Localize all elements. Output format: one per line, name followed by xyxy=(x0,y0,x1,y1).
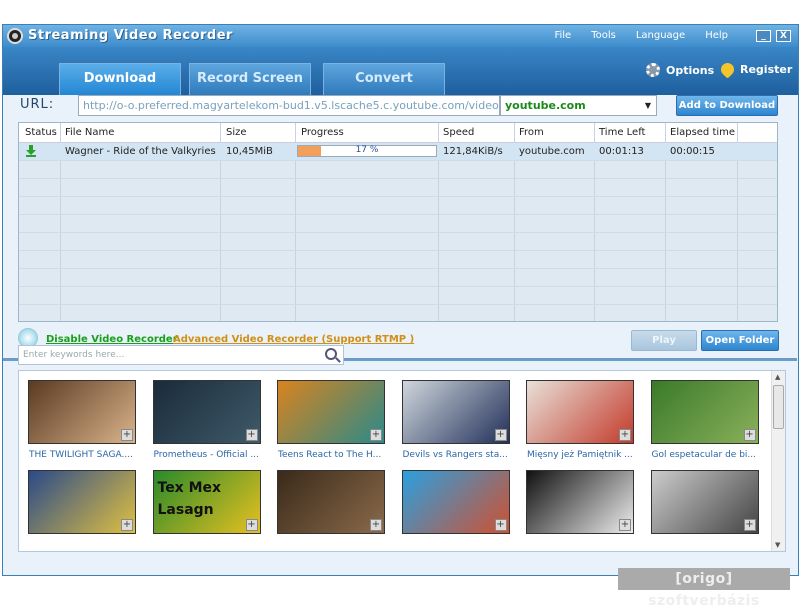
row-time-left: 00:01:13 xyxy=(599,146,644,157)
chevron-down-icon: ▼ xyxy=(644,101,651,110)
add-icon[interactable]: + xyxy=(370,519,382,531)
advanced-video-recorder-link[interactable]: Advanced Video Recorder (Support RTMP ) xyxy=(173,334,414,345)
menu-tools[interactable]: Tools xyxy=(591,30,616,41)
video-thumbnail[interactable]: + xyxy=(277,470,385,534)
video-caption[interactable]: Devils vs Rangers sta... xyxy=(403,450,515,460)
video-thumbnail[interactable]: + xyxy=(650,380,759,444)
add-icon[interactable]: + xyxy=(743,429,756,441)
empty-row xyxy=(19,305,777,321)
col-file-name[interactable]: File Name xyxy=(65,127,114,138)
tab-convert[interactable]: Convert xyxy=(323,63,445,95)
menu-file[interactable]: File xyxy=(554,30,571,41)
app-logo-icon xyxy=(7,28,23,44)
scrollbar-thumb[interactable] xyxy=(773,385,784,429)
col-elapsed-time[interactable]: Elapsed time xyxy=(670,127,735,138)
video-caption[interactable]: Mięsny jeż Pamiętnik ... xyxy=(527,450,639,460)
empty-row xyxy=(19,269,777,287)
scroll-down-icon[interactable]: ▼ xyxy=(775,541,780,549)
play-button[interactable]: Play xyxy=(631,330,697,351)
progress-text: 17 % xyxy=(355,145,379,155)
menu-bar: File Tools Language Help xyxy=(554,30,728,41)
col-time-left[interactable]: Time Left xyxy=(599,127,645,138)
row-size: 10,45MiB xyxy=(226,146,273,157)
video-caption[interactable]: Teens React to The H... xyxy=(278,450,390,460)
tab-download[interactable]: Download xyxy=(59,63,181,95)
tab-bar: Download Record Screen Convert Options R… xyxy=(3,47,798,95)
video-thumbnail[interactable]: + xyxy=(277,380,385,444)
row-file-name: Wagner - Ride of the Valkyries xyxy=(65,146,216,157)
app-title: Streaming Video Recorder xyxy=(28,28,233,43)
add-icon[interactable]: + xyxy=(619,429,631,441)
add-icon[interactable]: + xyxy=(619,519,631,531)
video-thumbnail[interactable]: + xyxy=(526,470,634,534)
download-table: Status File Name Size Progress Speed Fro… xyxy=(18,122,778,322)
row-elapsed: 00:00:15 xyxy=(670,146,715,157)
site-select[interactable]: youtube.com ▼ xyxy=(500,95,657,116)
tab-record-screen[interactable]: Record Screen xyxy=(189,63,311,95)
register-button[interactable]: Register xyxy=(718,60,793,79)
col-size[interactable]: Size xyxy=(226,127,247,138)
add-icon[interactable]: + xyxy=(245,429,258,441)
download-arrow-icon xyxy=(26,145,36,157)
video-gallery: ▲ ▼ + THE TWILIGHT SAGA.... + Prometheus - … xyxy=(18,370,786,552)
gear-icon xyxy=(646,63,660,77)
search-icon[interactable] xyxy=(325,348,337,360)
video-thumbnail[interactable]: Tex Mex Lasagn + xyxy=(152,470,261,534)
video-caption[interactable]: THE TWILIGHT SAGA.... xyxy=(29,450,141,460)
video-thumbnail[interactable]: + xyxy=(526,380,634,444)
video-thumbnail[interactable]: + xyxy=(650,470,759,534)
empty-row xyxy=(19,179,777,197)
empty-row xyxy=(19,197,777,215)
video-thumbnail[interactable]: + xyxy=(152,380,261,444)
col-status[interactable]: Status xyxy=(25,127,57,138)
col-speed[interactable]: Speed xyxy=(443,127,474,138)
add-icon[interactable]: + xyxy=(245,519,258,531)
menu-language[interactable]: Language xyxy=(636,30,685,41)
video-caption[interactable]: Prometheus - Official ... xyxy=(154,450,266,460)
options-label: Options xyxy=(666,63,715,77)
empty-row xyxy=(19,215,777,233)
empty-row xyxy=(19,251,777,269)
col-progress[interactable]: Progress xyxy=(301,127,344,138)
table-header: Status File Name Size Progress Speed Fro… xyxy=(19,123,777,143)
add-icon[interactable]: + xyxy=(121,429,133,441)
close-button[interactable]: X xyxy=(776,30,791,42)
add-to-download-button[interactable]: Add to Download xyxy=(676,95,778,116)
search-input[interactable]: Enter keywords here... xyxy=(18,345,344,365)
progress-bar: 17 % xyxy=(297,145,437,157)
minimize-button[interactable]: _ xyxy=(756,30,771,42)
menu-help[interactable]: Help xyxy=(705,30,728,41)
row-from: youtube.com xyxy=(519,146,585,157)
watermark: [origo] szoftverbázis xyxy=(618,568,790,609)
row-speed: 121,84KiB/s xyxy=(443,146,503,157)
site-select-value: youtube.com xyxy=(505,99,586,112)
video-thumbnail[interactable]: + xyxy=(401,470,510,534)
key-icon xyxy=(718,60,737,79)
add-icon[interactable]: + xyxy=(494,519,507,531)
thumbnail-text: Tex Mex Lasagn xyxy=(157,480,222,518)
add-icon[interactable]: + xyxy=(743,519,756,531)
empty-row xyxy=(19,161,777,179)
video-caption[interactable]: Gol espetacular de bi... xyxy=(652,450,764,460)
add-icon[interactable]: + xyxy=(494,429,507,441)
video-thumbnail[interactable]: + xyxy=(28,470,136,534)
scroll-up-icon[interactable]: ▲ xyxy=(775,373,780,381)
search-placeholder: Enter keywords here... xyxy=(23,350,125,360)
url-label: URL: xyxy=(20,97,55,112)
options-button[interactable]: Options xyxy=(646,63,714,77)
video-thumbnail[interactable]: + xyxy=(401,380,510,444)
title-bar: Streaming Video Recorder File Tools Lang… xyxy=(3,25,798,47)
disable-video-recorder-link[interactable]: Disable Video Recorder xyxy=(46,334,178,345)
empty-row xyxy=(19,287,777,305)
open-folder-button[interactable]: Open Folder xyxy=(701,330,779,351)
video-thumbnail[interactable]: + xyxy=(28,380,136,444)
add-icon[interactable]: + xyxy=(370,429,382,441)
register-label: Register xyxy=(740,63,793,76)
empty-row xyxy=(19,233,777,251)
table-row[interactable]: Wagner - Ride of the Valkyries 10,45MiB … xyxy=(19,143,777,161)
add-icon[interactable]: + xyxy=(121,519,133,531)
col-from[interactable]: From xyxy=(519,127,544,138)
url-input[interactable]: http://o-o.preferred.magyartelekom-bud1.… xyxy=(78,95,500,116)
gallery-scrollbar[interactable]: ▲ ▼ xyxy=(771,371,785,551)
